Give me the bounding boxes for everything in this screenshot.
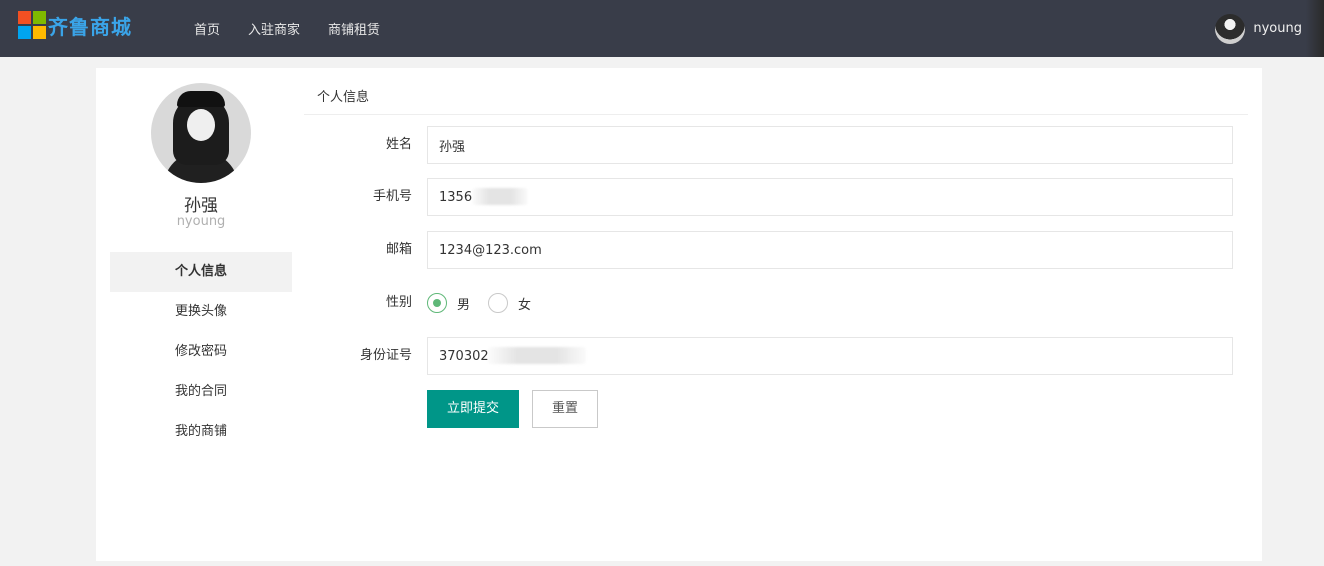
side-item-personal-info[interactable]: 个人信息 <box>110 252 292 292</box>
nav-home[interactable]: 首页 <box>194 19 220 38</box>
header-username[interactable]: nyoung <box>1253 21 1302 36</box>
gender-female-radio[interactable]: 女 <box>488 293 531 313</box>
profile-name: 孙强 <box>184 196 218 216</box>
side-item-my-shops[interactable]: 我的商铺 <box>110 412 292 452</box>
top-header: 齐鲁商城 首页 入驻商家 商铺租赁 nyoung <box>0 0 1324 57</box>
side-menu: 个人信息 更换头像 修改密码 我的合同 我的商铺 <box>110 252 292 452</box>
section-title: 个人信息 <box>317 90 370 105</box>
side-item-change-avatar[interactable]: 更换头像 <box>110 292 292 332</box>
gender-label: 性别 <box>385 295 412 310</box>
name-label: 姓名 <box>385 137 412 152</box>
radio-checked-icon[interactable] <box>427 293 447 313</box>
side-item-change-password[interactable]: 修改密码 <box>110 332 292 372</box>
corner-shade <box>1306 0 1324 57</box>
submit-button[interactable]: 立即提交 <box>427 390 519 428</box>
gender-male-label[interactable]: 男 <box>457 294 470 313</box>
gender-male-radio[interactable]: 男 <box>427 293 470 313</box>
profile-avatar <box>151 83 251 183</box>
gender-radio-group: 男 女 <box>427 284 549 322</box>
reset-button[interactable]: 重置 <box>532 390 598 428</box>
gender-row: 性别 男 女 <box>332 284 1232 322</box>
user-menu[interactable]: nyoung <box>1215 0 1324 57</box>
email-field[interactable] <box>427 231 1233 269</box>
profile-username: nyoung <box>176 214 226 229</box>
phone-label: 手机号 <box>372 189 412 204</box>
windows-logo-icon <box>18 11 46 39</box>
name-row: 姓名 <box>332 126 1233 164</box>
phone-blur-mask <box>472 188 528 205</box>
name-field[interactable] <box>427 126 1233 164</box>
email-label: 邮箱 <box>385 242 412 257</box>
id-blur-mask <box>488 347 586 364</box>
gender-female-label[interactable]: 女 <box>518 294 531 313</box>
id-row: 身份证号 <box>332 337 1233 375</box>
site-logo[interactable]: 齐鲁商城 <box>18 10 132 40</box>
button-row: 立即提交 重置 <box>332 390 1232 428</box>
email-row: 邮箱 <box>332 231 1233 269</box>
phone-field[interactable] <box>427 178 1233 216</box>
nav-merchants[interactable]: 入驻商家 <box>248 19 300 38</box>
phone-row: 手机号 <box>332 178 1233 216</box>
section-divider <box>304 114 1248 115</box>
nav-shop-rental[interactable]: 商铺租赁 <box>328 19 380 38</box>
main-card: 孙强 nyoung 个人信息 更换头像 修改密码 我的合同 我的商铺 个人信息 … <box>96 68 1262 561</box>
avatar[interactable] <box>1215 13 1246 44</box>
top-nav: 首页 入驻商家 商铺租赁 <box>180 0 394 57</box>
id-label: 身份证号 <box>359 348 412 363</box>
side-item-my-contracts[interactable]: 我的合同 <box>110 372 292 412</box>
radio-unchecked-icon[interactable] <box>488 293 509 313</box>
logo-text: 齐鲁商城 <box>48 14 132 39</box>
